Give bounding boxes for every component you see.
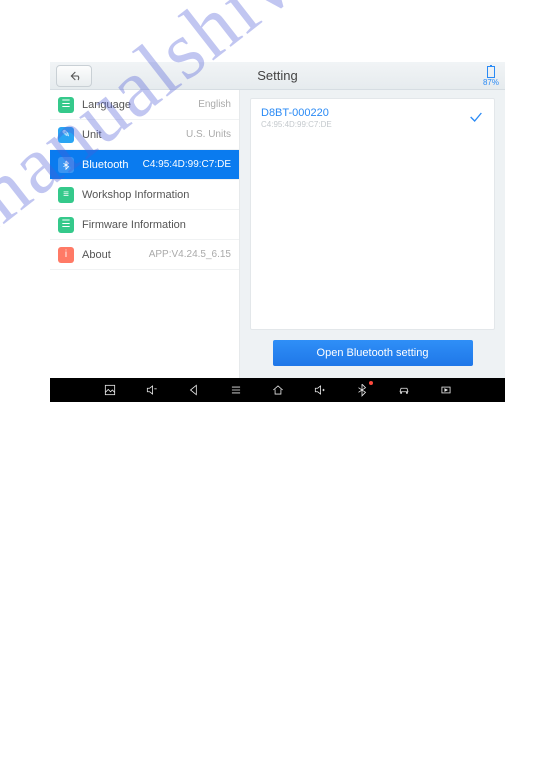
workshop-icon: ≡ (58, 187, 74, 203)
info-icon: i (58, 247, 74, 263)
back-arrow-icon (66, 68, 82, 84)
sidebar: ☰ Language English ✎ Unit U.S. Units Blu… (50, 90, 240, 378)
device-row[interactable]: D8BT-000220 C4:95:4D:99:C7:DE (261, 105, 484, 131)
nav-home-icon[interactable] (270, 382, 286, 398)
sidebar-item-language[interactable]: ☰ Language English (50, 90, 239, 120)
sidebar-item-label: Workshop Information (82, 189, 189, 201)
device-name: D8BT-000220 (261, 107, 332, 119)
body: ☰ Language English ✎ Unit U.S. Units Blu… (50, 90, 505, 378)
gallery-icon[interactable] (102, 382, 118, 398)
sidebar-item-value: APP:V4.24.5_6.15 (149, 249, 231, 260)
sidebar-item-label: Unit (82, 129, 102, 141)
device-text: D8BT-000220 C4:95:4D:99:C7:DE (261, 107, 332, 129)
settings-window: Setting 87% ☰ Language English ✎ Unit U.… (50, 62, 505, 402)
ruler-icon: ✎ (58, 127, 74, 143)
nav-menu-icon[interactable] (228, 382, 244, 398)
volume-up-icon[interactable] (312, 382, 328, 398)
sidebar-item-value: English (198, 99, 231, 110)
page-title: Setting (50, 68, 505, 83)
device-mac: C4:95:4D:99:C7:DE (261, 120, 332, 129)
main-panel: D8BT-000220 C4:95:4D:99:C7:DE Open Bluet… (240, 90, 505, 378)
screenshot-icon[interactable] (438, 382, 454, 398)
battery-pct: 87% (483, 78, 499, 87)
sidebar-item-label: Bluetooth (82, 159, 128, 171)
nav-back-icon[interactable] (186, 382, 202, 398)
sidebar-item-label: Firmware Information (82, 219, 186, 231)
sidebar-item-value: U.S. Units (186, 129, 231, 140)
battery-icon (487, 66, 495, 78)
vehicle-icon[interactable] (396, 382, 412, 398)
open-bluetooth-button[interactable]: Open Bluetooth setting (273, 340, 473, 366)
back-button[interactable] (56, 65, 92, 87)
titlebar: Setting 87% (50, 62, 505, 90)
sidebar-item-label: About (82, 249, 111, 261)
volume-down-icon[interactable] (144, 382, 160, 398)
bluetooth-status-icon[interactable] (354, 382, 370, 398)
sidebar-item-value: C4:95:4D:99:C7:DE (143, 159, 231, 170)
bluetooth-icon (58, 157, 74, 173)
check-icon (468, 109, 484, 128)
sidebar-item-firmware[interactable]: ☰ Firmware Information (50, 210, 239, 240)
sidebar-item-unit[interactable]: ✎ Unit U.S. Units (50, 120, 239, 150)
globe-icon: ☰ (58, 97, 74, 113)
sidebar-item-about[interactable]: i About APP:V4.24.5_6.15 (50, 240, 239, 270)
system-navbar (50, 378, 505, 402)
firmware-icon: ☰ (58, 217, 74, 233)
device-list: D8BT-000220 C4:95:4D:99:C7:DE (250, 98, 495, 330)
sidebar-item-bluetooth[interactable]: Bluetooth C4:95:4D:99:C7:DE (50, 150, 239, 180)
sidebar-item-label: Language (82, 99, 131, 111)
battery-indicator: 87% (483, 66, 499, 87)
sidebar-item-workshop[interactable]: ≡ Workshop Information (50, 180, 239, 210)
